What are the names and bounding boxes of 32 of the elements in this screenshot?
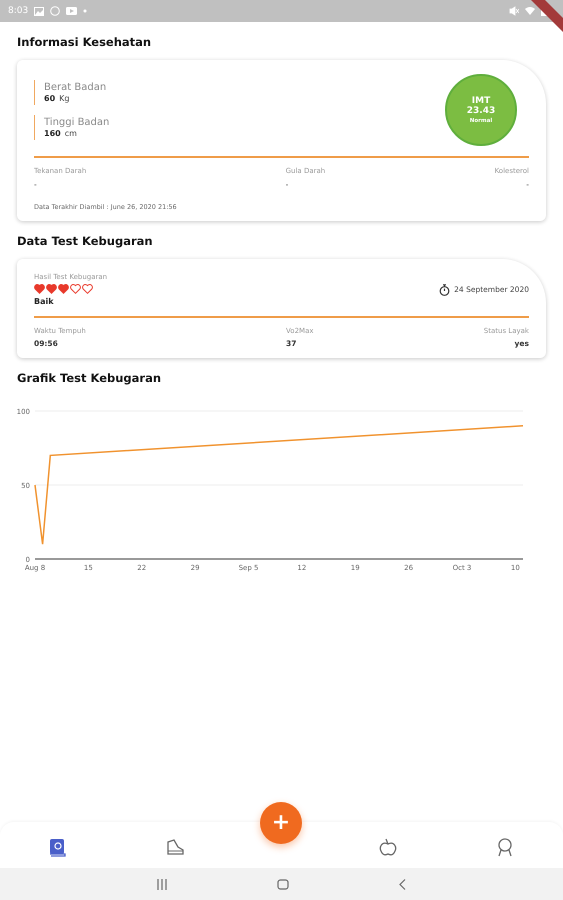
back-icon[interactable]	[399, 878, 406, 890]
stopwatch-icon	[439, 284, 450, 296]
measure-unit: Kg	[59, 94, 70, 103]
heart-outline-icon	[70, 284, 81, 294]
mute-icon	[509, 6, 519, 16]
bmi-label: IMT	[472, 96, 490, 106]
book-icon[interactable]	[48, 838, 68, 856]
bmi-value: 23.43	[466, 106, 496, 116]
measure-value: 60	[44, 94, 56, 103]
status-time: 8:03	[8, 6, 28, 16]
home-icon[interactable]	[277, 878, 289, 890]
measure-value: 160	[44, 129, 61, 138]
add-button[interactable]: +	[260, 802, 302, 844]
video-icon	[66, 7, 78, 15]
heart-outline-icon	[82, 284, 93, 294]
image-icon	[34, 6, 44, 16]
measure-unit: cm	[64, 129, 77, 138]
heart-filled-icon	[34, 284, 45, 294]
recent-apps-icon[interactable]	[157, 878, 167, 890]
shoe-icon[interactable]	[164, 838, 185, 856]
heart-filled-icon	[46, 284, 57, 294]
measure-label: Tinggi Badan	[44, 117, 110, 128]
section-title: Data Test Kebugaran	[17, 234, 154, 248]
apple-icon[interactable]	[378, 838, 398, 856]
section-title: Grafik Test Kebugaran	[17, 371, 162, 385]
circle-icon	[50, 6, 60, 16]
wifi-icon	[525, 6, 535, 16]
heart-filled-icon	[58, 284, 69, 294]
result-text: Baik	[34, 297, 55, 306]
section-title: Informasi Kesehatan	[17, 35, 152, 49]
dot-icon	[83, 9, 88, 13]
measure-label: Berat Badan	[44, 82, 108, 93]
